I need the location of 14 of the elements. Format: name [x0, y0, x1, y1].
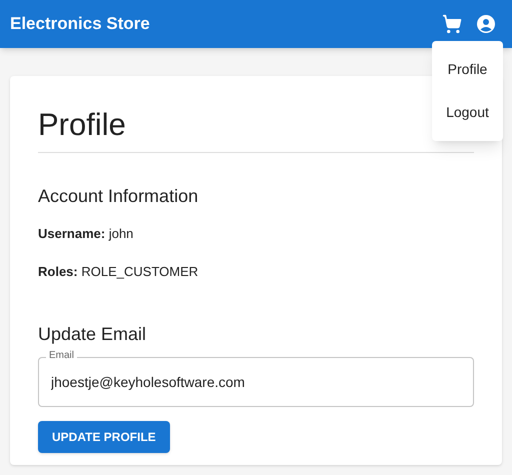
- section-heading: Account Information: [38, 185, 200, 208]
- info-line: Roles: ROLE_CUSTOMER: [38, 262, 200, 281]
- cart-button[interactable]: [442, 14, 462, 34]
- update-profile-button[interactable]: UPDATE PROFILE: [38, 421, 170, 453]
- email-field[interactable]: jhoestje@keyholesoftware.com: [38, 357, 474, 407]
- info-line: Username: john: [38, 225, 134, 243]
- menu-item[interactable]: Logout: [432, 91, 503, 134]
- page-title: Profile: [38, 106, 126, 144]
- menu-item[interactable]: Profile: [432, 48, 503, 91]
- account-button[interactable]: [476, 14, 496, 34]
- app-title: Electronics Store: [10, 13, 151, 36]
- section-heading: Update Email: [38, 323, 148, 346]
- account-icon: [476, 14, 496, 34]
- cart-icon: [442, 14, 462, 34]
